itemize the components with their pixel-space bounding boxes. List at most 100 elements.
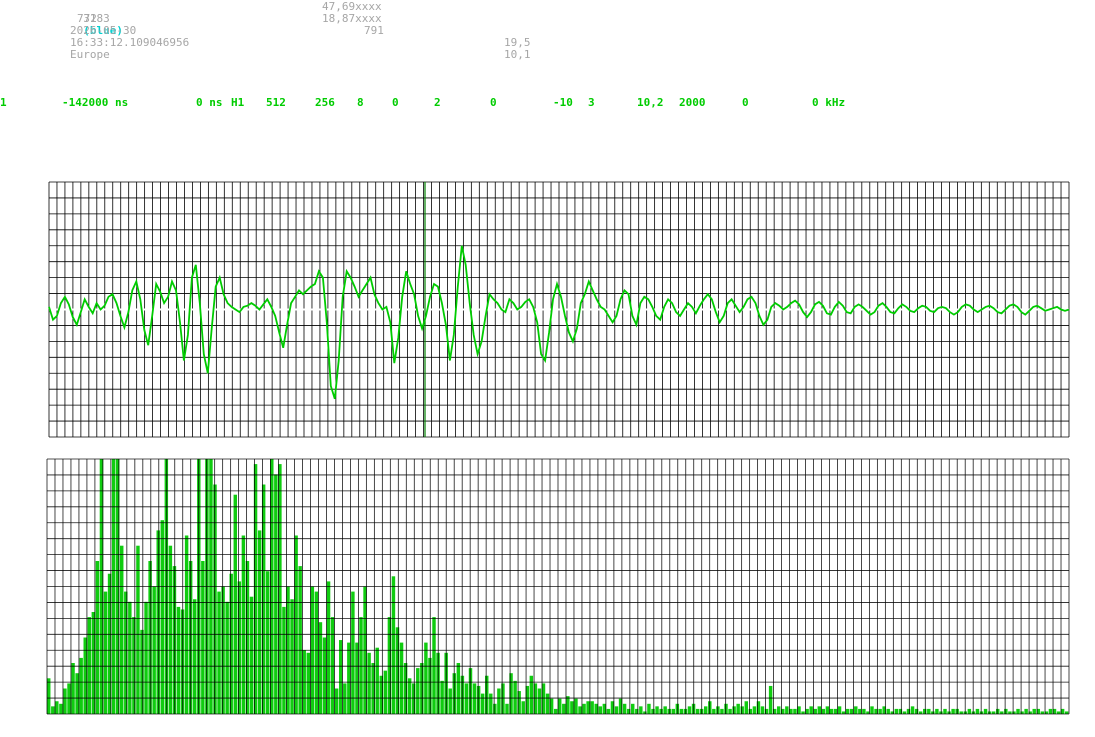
spectrum-bar (521, 701, 525, 714)
spectrum-bar (927, 708, 931, 714)
spectrum-bar (383, 670, 388, 714)
spectrum-bar (833, 708, 838, 714)
spectrum-bar (375, 647, 379, 714)
spectrum-bar (732, 706, 736, 714)
spectrum-bar (598, 706, 603, 714)
spectrum-bar (334, 688, 339, 714)
spectrum-bar (103, 591, 108, 714)
spectrum-bar (935, 708, 939, 714)
spectrum-bar (582, 703, 586, 714)
spectrum-bar (578, 706, 582, 714)
plots-canvas (46, 181, 1070, 715)
spectrum-bar (306, 652, 311, 714)
spectrum-bar (485, 675, 489, 714)
spectrum-bar (67, 683, 71, 714)
spectrum-bar (298, 566, 302, 714)
spectrum-bar (545, 693, 550, 714)
spectrum-bar (290, 599, 294, 714)
spectrum-bar (464, 683, 469, 714)
spectrum-bar (497, 688, 501, 714)
spectrum-bar (1016, 708, 1020, 714)
spectrum-bar (322, 637, 327, 714)
spectrum-bar (513, 680, 517, 714)
spectrum-bar (148, 561, 152, 714)
spectrum-bar (631, 703, 635, 714)
spectrum-bar (829, 708, 834, 714)
spectrum-bar (768, 685, 773, 714)
spectrum-bar (229, 573, 233, 714)
spectrum-bar (395, 627, 400, 714)
spectrum-bar (744, 701, 749, 714)
spectrum-bar (590, 701, 594, 714)
spectrum-bar (914, 708, 919, 714)
spectrum-bar (407, 678, 412, 714)
spectrum-bar (667, 708, 671, 714)
spectrum-bar (996, 708, 1000, 714)
spectrum-bar (184, 535, 189, 714)
spectrum-bar (359, 617, 363, 714)
spectrum-bar (679, 708, 684, 714)
spectrum-bar (910, 706, 915, 714)
spectrum-bar (825, 706, 830, 714)
spectrum-bar (655, 706, 659, 714)
spectrum-bar (712, 708, 716, 714)
spectrum-bar (760, 706, 765, 714)
spectrum-bar (330, 617, 335, 714)
spectrum-bar (793, 708, 797, 714)
spectrum-bar (266, 571, 270, 714)
spectrum-bar (736, 703, 740, 714)
spectrum-bar (813, 708, 817, 714)
spectrum-bar (274, 474, 278, 714)
spectrum-bar (862, 708, 866, 714)
spectrum-bar (424, 642, 428, 714)
spectrum-bar (343, 683, 347, 714)
spectrum-bar (1048, 708, 1053, 714)
spectrum-bar (83, 637, 87, 714)
spectrum-bar (95, 561, 100, 714)
spectrum-bar (480, 693, 485, 714)
spectrum-bar (639, 706, 643, 714)
spectrum-bar (63, 688, 67, 714)
spectrum-bar (785, 706, 789, 714)
spectrum-bar (817, 706, 822, 714)
spectrum-bar (659, 708, 663, 714)
spectrum-bar (217, 591, 221, 714)
spectrum-bar (574, 698, 578, 714)
spectrum-bar (566, 696, 570, 714)
spectrum-bar (967, 708, 972, 714)
spectrum-bar (923, 708, 927, 714)
spectrum-bar (951, 708, 955, 714)
spectrum-bar (586, 701, 590, 714)
spectrum-bar (647, 703, 651, 714)
spectrum-bar (728, 708, 732, 714)
spectrum-bar (1032, 708, 1036, 714)
spectrum-bar (975, 708, 980, 714)
spectrum-bar (448, 688, 452, 714)
spectrum-bar (594, 703, 598, 714)
spectrum-bar (403, 663, 408, 714)
spectrum-bar (339, 640, 343, 714)
spectrum-bar (748, 708, 753, 714)
spectrum-bar (257, 530, 262, 714)
spectrum-bar (878, 708, 882, 714)
spectrum-bar (1024, 708, 1028, 714)
spectrum-bar (983, 708, 988, 714)
spectrum-bar (193, 599, 197, 714)
spectrum-bar (675, 703, 680, 714)
spectrum-bar (237, 581, 242, 714)
spectrum-bar (663, 706, 667, 714)
spectrum-bar (529, 675, 534, 714)
spectrum-bar (704, 706, 708, 714)
spectrum-bar (367, 652, 371, 714)
spectrum-bar (671, 708, 676, 714)
spectrum-bar (850, 708, 854, 714)
spectrum-bar (809, 706, 813, 714)
spectrum-bar (894, 708, 899, 714)
spectrum-bar (391, 576, 396, 714)
spectrum-bar (493, 703, 497, 714)
spectrum-bar (886, 708, 890, 714)
spectrum-bar (740, 706, 744, 714)
spectrum-bar (59, 703, 63, 714)
spectrum-bar (351, 591, 355, 714)
spectrum-bar (201, 561, 205, 714)
